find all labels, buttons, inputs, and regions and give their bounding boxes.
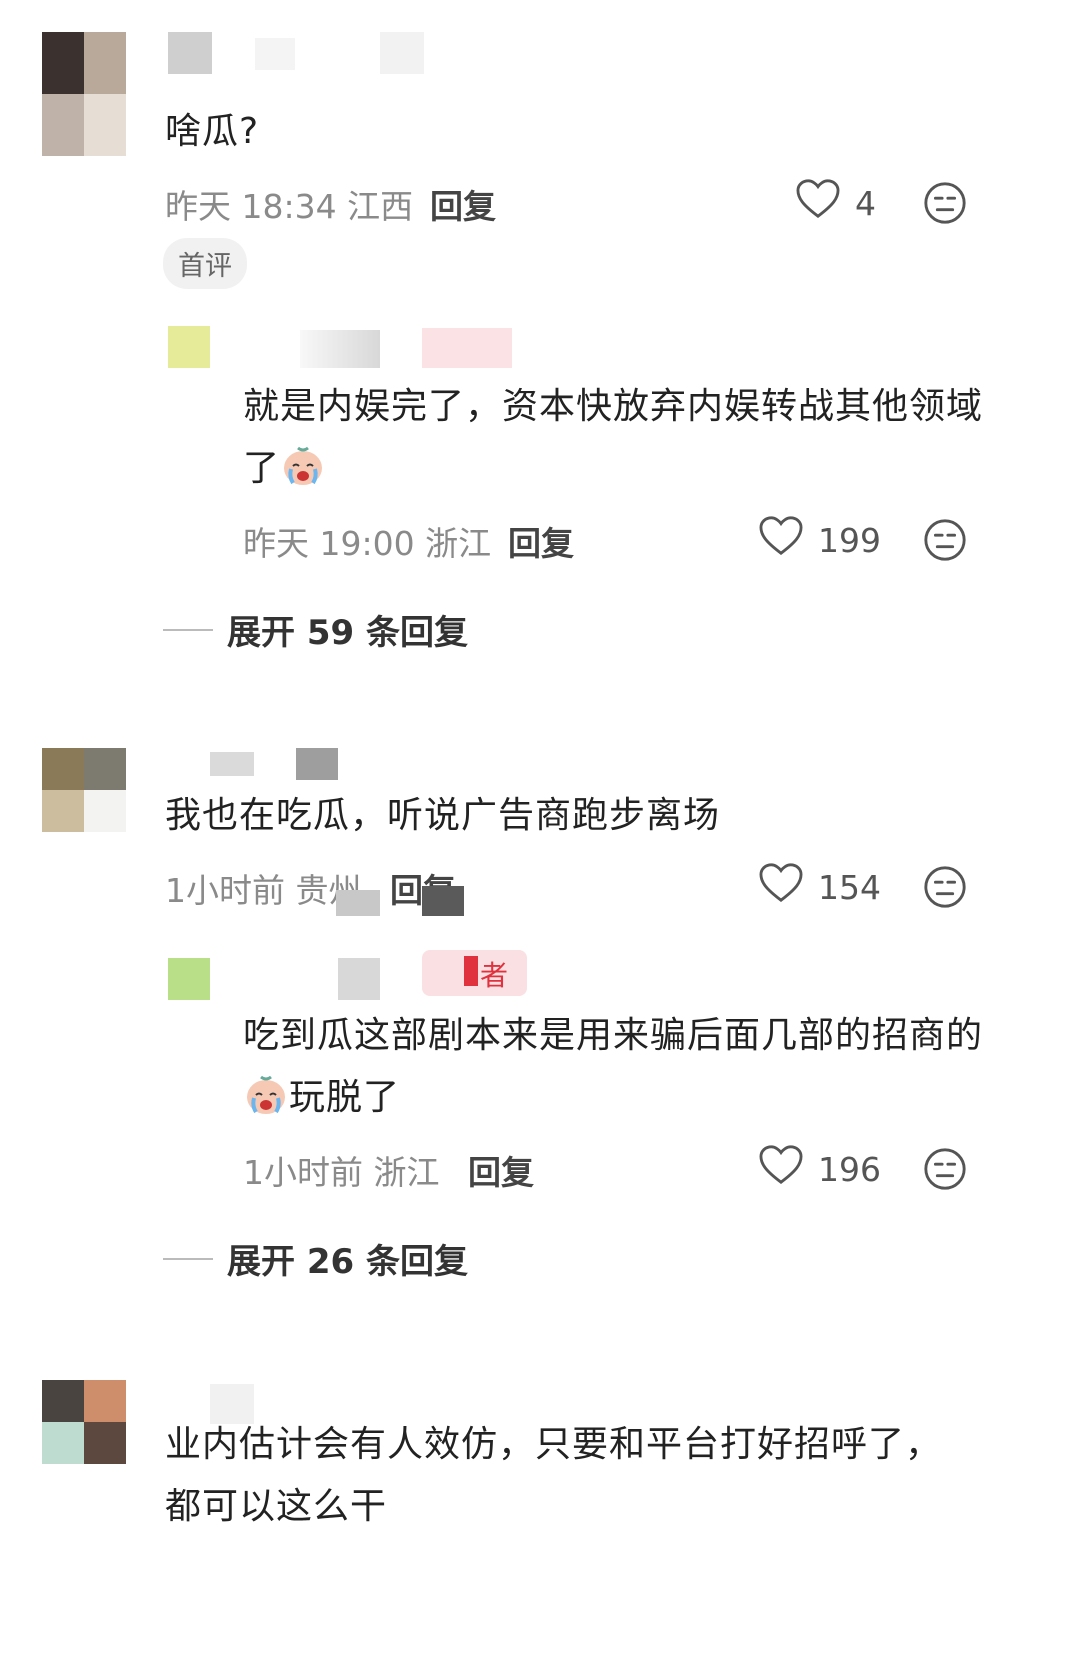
comment-meta: 昨天 18:34 江西 bbox=[165, 180, 413, 228]
avatar[interactable] bbox=[42, 32, 126, 156]
comment-meta: 1小时前 贵州 bbox=[165, 864, 362, 912]
comment-time: 1小时前 bbox=[243, 1153, 363, 1192]
username-blurred[interactable] bbox=[300, 330, 380, 368]
comment-text: 啥瓜? bbox=[165, 111, 260, 152]
comment-time: 1小时前 bbox=[165, 871, 285, 910]
expand-replies-button[interactable]: 展开 59 条回复 bbox=[163, 605, 468, 654]
comment-time: 昨天 19:00 bbox=[243, 524, 415, 563]
heart-outline-icon bbox=[795, 178, 841, 228]
avatar[interactable] bbox=[42, 748, 126, 832]
heart-outline-icon bbox=[758, 862, 804, 912]
like-button[interactable]: 199 bbox=[758, 515, 881, 565]
reply-button[interactable]: 回复 bbox=[430, 180, 496, 228]
username-blurred bbox=[422, 886, 464, 916]
like-button[interactable]: 154 bbox=[758, 862, 881, 912]
comment-meta: 1小时前 浙江 bbox=[243, 1146, 440, 1194]
like-count: 154 bbox=[818, 867, 881, 907]
comment-text: 就是内娱完了，资本快放弃内娱转战其他领域了 bbox=[243, 386, 984, 489]
comment-text: 业内估计会有人效仿，只要和平台打好招呼了，都可以这么干 bbox=[165, 1424, 943, 1527]
like-button[interactable]: 196 bbox=[758, 1144, 881, 1194]
username-blurred bbox=[380, 32, 424, 74]
crying-face-emoji bbox=[280, 442, 326, 488]
username-blurred[interactable] bbox=[338, 958, 380, 1000]
avatar[interactable] bbox=[168, 326, 210, 368]
neutral-face-icon[interactable] bbox=[922, 1146, 968, 1196]
username-blurred bbox=[336, 890, 380, 916]
reply-button[interactable]: 回复 bbox=[468, 1146, 534, 1194]
avatar[interactable] bbox=[42, 1380, 126, 1464]
neutral-face-icon[interactable] bbox=[922, 517, 968, 567]
comment-text: 我也在吃瓜，听说广告商跑步离场 bbox=[165, 795, 721, 836]
heart-outline-icon bbox=[758, 1144, 804, 1194]
neutral-face-icon[interactable] bbox=[922, 864, 968, 914]
comment-location: 浙江 bbox=[425, 524, 492, 563]
crying-face-emoji bbox=[243, 1071, 289, 1117]
like-count: 196 bbox=[818, 1149, 881, 1189]
comment-time: 昨天 18:34 bbox=[165, 187, 337, 226]
heart-outline-icon bbox=[758, 515, 804, 565]
first-comment-badge: 首评 bbox=[163, 238, 247, 289]
like-count: 4 bbox=[855, 183, 876, 223]
expand-replies-button[interactable]: 展开 26 条回复 bbox=[163, 1234, 468, 1283]
username-blurred[interactable] bbox=[210, 752, 254, 776]
like-button[interactable]: 4 bbox=[795, 178, 876, 228]
author-tag-blurred bbox=[422, 328, 512, 368]
comment-location: 浙江 bbox=[373, 1153, 440, 1192]
username-blurred bbox=[296, 748, 338, 780]
comment-text: 吃到瓜这部剧本来是用来骗后面几部的招商的玩脱了 bbox=[243, 1015, 984, 1118]
reply-button[interactable]: 回复 bbox=[508, 517, 574, 565]
avatar[interactable] bbox=[168, 958, 210, 1000]
like-count: 199 bbox=[818, 520, 881, 560]
divider bbox=[163, 628, 213, 631]
username-blurred bbox=[255, 38, 295, 70]
divider bbox=[163, 1257, 213, 1260]
comment-meta: 昨天 19:00 浙江 bbox=[243, 517, 491, 565]
neutral-face-icon[interactable] bbox=[922, 180, 968, 230]
comment-location: 江西 bbox=[347, 187, 414, 226]
author-tag: 者 bbox=[422, 950, 527, 996]
username-blurred[interactable] bbox=[168, 32, 212, 74]
